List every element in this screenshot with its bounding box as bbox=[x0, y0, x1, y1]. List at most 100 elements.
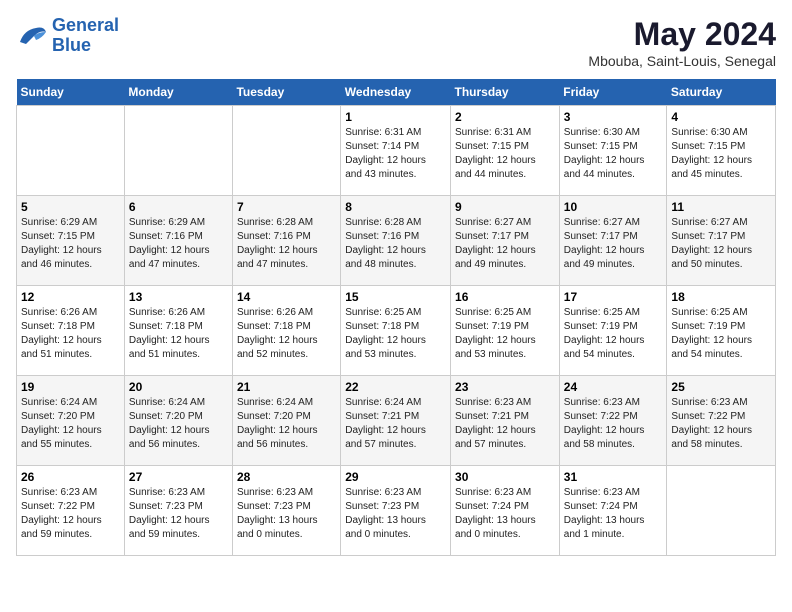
day-info: Sunrise: 6:24 AM Sunset: 7:20 PM Dayligh… bbox=[237, 396, 336, 452]
location: Mbouba, Saint-Louis, Senegal bbox=[588, 53, 776, 69]
logo-text: General Blue bbox=[52, 16, 119, 56]
day-info: Sunrise: 6:29 AM Sunset: 7:15 PM Dayligh… bbox=[21, 216, 120, 272]
calendar-cell: 28 Sunrise: 6:23 AM Sunset: 7:23 PM Dayli… bbox=[232, 466, 340, 556]
day-number: 2 bbox=[455, 110, 555, 124]
calendar-cell: 11 Sunrise: 6:27 AM Sunset: 7:17 PM Dayli… bbox=[667, 196, 776, 286]
month-title: May 2024 bbox=[588, 16, 776, 53]
day-info: Sunrise: 6:27 AM Sunset: 7:17 PM Dayligh… bbox=[564, 216, 663, 272]
calendar-cell bbox=[17, 106, 125, 196]
week-row-5: 26 Sunrise: 6:23 AM Sunset: 7:22 PM Dayli… bbox=[17, 466, 776, 556]
day-info: Sunrise: 6:28 AM Sunset: 7:16 PM Dayligh… bbox=[345, 216, 446, 272]
calendar-cell: 31 Sunrise: 6:23 AM Sunset: 7:24 PM Dayli… bbox=[559, 466, 667, 556]
day-number: 3 bbox=[564, 110, 663, 124]
calendar-cell: 3 Sunrise: 6:30 AM Sunset: 7:15 PM Daylig… bbox=[559, 106, 667, 196]
day-info: Sunrise: 6:30 AM Sunset: 7:15 PM Dayligh… bbox=[564, 126, 663, 182]
calendar-cell: 25Sunrise: 6:23 AM Sunset: 7:22 PM Dayli… bbox=[667, 376, 776, 466]
calendar-cell: 10 Sunrise: 6:27 AM Sunset: 7:17 PM Dayli… bbox=[559, 196, 667, 286]
day-number: 11 bbox=[671, 200, 771, 214]
calendar-cell: 27 Sunrise: 6:23 AM Sunset: 7:23 PM Dayli… bbox=[124, 466, 232, 556]
logo: General Blue bbox=[16, 16, 119, 56]
calendar-cell: 26 Sunrise: 6:23 AM Sunset: 7:22 PM Dayli… bbox=[17, 466, 125, 556]
header-friday: Friday bbox=[559, 79, 667, 106]
day-info: Sunrise: 6:25 AM Sunset: 7:19 PM Dayligh… bbox=[564, 306, 663, 362]
day-info: Sunrise: 6:27 AM Sunset: 7:17 PM Dayligh… bbox=[671, 216, 771, 272]
calendar-cell: 30Sunrise: 6:23 AM Sunset: 7:24 PM Dayli… bbox=[451, 466, 560, 556]
day-number: 17 bbox=[564, 290, 663, 304]
day-info: Sunrise: 6:26 AM Sunset: 7:18 PM Dayligh… bbox=[237, 306, 336, 362]
day-number: 31 bbox=[564, 470, 663, 484]
calendar-cell: 6Sunrise: 6:29 AM Sunset: 7:16 PM Daylig… bbox=[124, 196, 232, 286]
calendar-cell bbox=[667, 466, 776, 556]
day-number: 5 bbox=[21, 200, 120, 214]
calendar-cell: 21Sunrise: 6:24 AM Sunset: 7:20 PM Dayli… bbox=[232, 376, 340, 466]
week-row-4: 19 Sunrise: 6:24 AM Sunset: 7:20 PM Dayli… bbox=[17, 376, 776, 466]
day-number: 7 bbox=[237, 200, 336, 214]
day-info: Sunrise: 6:26 AM Sunset: 7:18 PM Dayligh… bbox=[129, 306, 228, 362]
header-sunday: Sunday bbox=[17, 79, 125, 106]
day-number: 22 bbox=[345, 380, 446, 394]
day-info: Sunrise: 6:23 AM Sunset: 7:23 PM Dayligh… bbox=[345, 486, 446, 542]
day-info: Sunrise: 6:26 AM Sunset: 7:18 PM Dayligh… bbox=[21, 306, 120, 362]
day-info: Sunrise: 6:24 AM Sunset: 7:21 PM Dayligh… bbox=[345, 396, 446, 452]
day-info: Sunrise: 6:23 AM Sunset: 7:23 PM Dayligh… bbox=[129, 486, 228, 542]
days-header-row: Sunday Monday Tuesday Wednesday Thursday… bbox=[17, 79, 776, 106]
day-info: Sunrise: 6:23 AM Sunset: 7:23 PM Dayligh… bbox=[237, 486, 336, 542]
calendar-cell: 2Sunrise: 6:31 AM Sunset: 7:15 PM Daylig… bbox=[451, 106, 560, 196]
title-block: May 2024 Mbouba, Saint-Louis, Senegal bbox=[588, 16, 776, 69]
day-info: Sunrise: 6:30 AM Sunset: 7:15 PM Dayligh… bbox=[671, 126, 771, 182]
day-info: Sunrise: 6:27 AM Sunset: 7:17 PM Dayligh… bbox=[455, 216, 555, 272]
calendar-cell: 1 Sunrise: 6:31 AM Sunset: 7:14 PM Daylig… bbox=[341, 106, 451, 196]
day-number: 30 bbox=[455, 470, 555, 484]
day-info: Sunrise: 6:23 AM Sunset: 7:21 PM Dayligh… bbox=[455, 396, 555, 452]
day-number: 27 bbox=[129, 470, 228, 484]
day-number: 23 bbox=[455, 380, 555, 394]
calendar-cell: 7Sunrise: 6:28 AM Sunset: 7:16 PM Daylig… bbox=[232, 196, 340, 286]
calendar-cell: 9 Sunrise: 6:27 AM Sunset: 7:17 PM Daylig… bbox=[451, 196, 560, 286]
calendar-cell: 5 Sunrise: 6:29 AM Sunset: 7:15 PM Daylig… bbox=[17, 196, 125, 286]
day-number: 9 bbox=[455, 200, 555, 214]
day-info: Sunrise: 6:23 AM Sunset: 7:22 PM Dayligh… bbox=[564, 396, 663, 452]
day-info: Sunrise: 6:24 AM Sunset: 7:20 PM Dayligh… bbox=[129, 396, 228, 452]
day-number: 13 bbox=[129, 290, 228, 304]
calendar-cell: 13 Sunrise: 6:26 AM Sunset: 7:18 PM Dayli… bbox=[124, 286, 232, 376]
calendar-cell: 14 Sunrise: 6:26 AM Sunset: 7:18 PM Dayli… bbox=[232, 286, 340, 376]
calendar-cell bbox=[232, 106, 340, 196]
calendar-cell: 29 Sunrise: 6:23 AM Sunset: 7:23 PM Dayli… bbox=[341, 466, 451, 556]
day-number: 24 bbox=[564, 380, 663, 394]
day-number: 10 bbox=[564, 200, 663, 214]
day-info: Sunrise: 6:25 AM Sunset: 7:18 PM Dayligh… bbox=[345, 306, 446, 362]
day-number: 29 bbox=[345, 470, 446, 484]
day-number: 19 bbox=[21, 380, 120, 394]
day-number: 8 bbox=[345, 200, 446, 214]
calendar-cell: 18Sunrise: 6:25 AM Sunset: 7:19 PM Dayli… bbox=[667, 286, 776, 376]
day-number: 1 bbox=[345, 110, 446, 124]
calendar-cell bbox=[124, 106, 232, 196]
calendar-cell: 19 Sunrise: 6:24 AM Sunset: 7:20 PM Dayli… bbox=[17, 376, 125, 466]
calendar-cell: 15 Sunrise: 6:25 AM Sunset: 7:18 PM Dayli… bbox=[341, 286, 451, 376]
day-number: 20 bbox=[129, 380, 228, 394]
day-info: Sunrise: 6:31 AM Sunset: 7:14 PM Dayligh… bbox=[345, 126, 446, 182]
day-number: 26 bbox=[21, 470, 120, 484]
page-header: General Blue May 2024 Mbouba, Saint-Loui… bbox=[16, 16, 776, 69]
day-info: Sunrise: 6:24 AM Sunset: 7:20 PM Dayligh… bbox=[21, 396, 120, 452]
header-thursday: Thursday bbox=[451, 79, 560, 106]
header-tuesday: Tuesday bbox=[232, 79, 340, 106]
calendar-cell: 4 Sunrise: 6:30 AM Sunset: 7:15 PM Daylig… bbox=[667, 106, 776, 196]
day-number: 18 bbox=[671, 290, 771, 304]
day-number: 14 bbox=[237, 290, 336, 304]
day-info: Sunrise: 6:23 AM Sunset: 7:24 PM Dayligh… bbox=[564, 486, 663, 542]
day-number: 12 bbox=[21, 290, 120, 304]
calendar-cell: 8 Sunrise: 6:28 AM Sunset: 7:16 PM Daylig… bbox=[341, 196, 451, 286]
day-number: 28 bbox=[237, 470, 336, 484]
calendar-cell: 22 Sunrise: 6:24 AM Sunset: 7:21 PM Dayli… bbox=[341, 376, 451, 466]
day-number: 4 bbox=[671, 110, 771, 124]
week-row-2: 5 Sunrise: 6:29 AM Sunset: 7:15 PM Daylig… bbox=[17, 196, 776, 286]
day-info: Sunrise: 6:23 AM Sunset: 7:22 PM Dayligh… bbox=[21, 486, 120, 542]
header-wednesday: Wednesday bbox=[341, 79, 451, 106]
calendar-cell: 20 Sunrise: 6:24 AM Sunset: 7:20 PM Dayli… bbox=[124, 376, 232, 466]
calendar-cell: 16Sunrise: 6:25 AM Sunset: 7:19 PM Dayli… bbox=[451, 286, 560, 376]
calendar-table: Sunday Monday Tuesday Wednesday Thursday… bbox=[16, 79, 776, 556]
header-saturday: Saturday bbox=[667, 79, 776, 106]
day-number: 15 bbox=[345, 290, 446, 304]
calendar-cell: 24 Sunrise: 6:23 AM Sunset: 7:22 PM Dayli… bbox=[559, 376, 667, 466]
